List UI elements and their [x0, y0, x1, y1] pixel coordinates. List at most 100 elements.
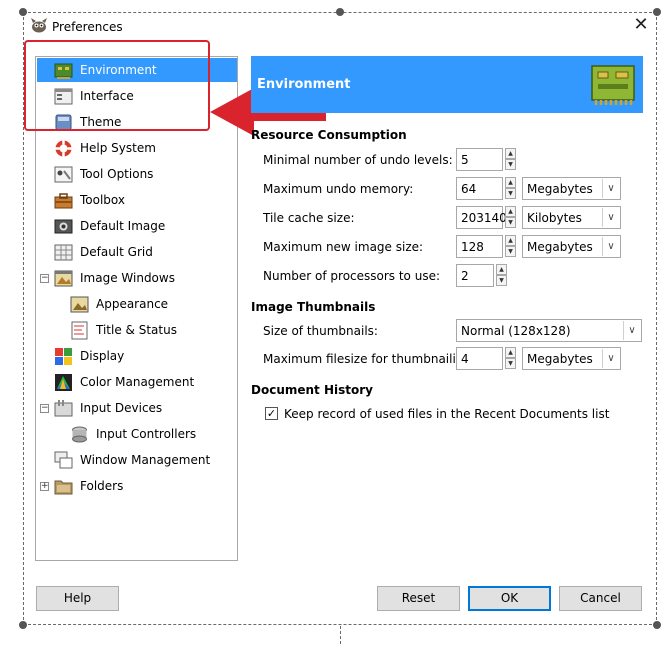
select-value: Megabytes: [527, 352, 593, 366]
window-title: Preferences: [52, 20, 123, 34]
tree-item-input-controllers[interactable]: Input Controllers: [37, 422, 237, 446]
tree-item-label: Color Management: [80, 375, 195, 389]
decrement-icon[interactable]: ▼: [496, 275, 507, 286]
tile-cache-label: Tile cache size:: [263, 211, 355, 225]
gimp-app-icon: [31, 18, 47, 33]
chevron-down-icon[interactable]: ∨: [602, 208, 619, 227]
spinbox-value: 128: [461, 240, 484, 254]
tree-item-tool-options[interactable]: Tool Options: [37, 162, 237, 186]
circuit-board-icon: [591, 65, 635, 105]
color-management-icon: [55, 373, 72, 391]
thumbnail-filesize-spinbox[interactable]: 4 ▲ ▼: [456, 347, 516, 370]
undo-levels-spinbox[interactable]: 5 ▲ ▼: [456, 148, 516, 171]
tree-item-window-management[interactable]: Window Management: [37, 448, 237, 472]
page-title: Environment: [257, 77, 351, 92]
increment-icon[interactable]: ▲: [496, 264, 507, 275]
spinbox-value: 2: [461, 269, 469, 283]
keep-record-label: Keep record of used files in the Recent …: [284, 407, 610, 421]
processors-label: Number of processors to use:: [263, 269, 440, 283]
select-value: Kilobytes: [527, 211, 582, 225]
spinbox-value: 5: [461, 153, 469, 167]
tree-item-appearance[interactable]: Appearance: [37, 292, 237, 316]
appearance-icon: [70, 296, 89, 312]
reset-button[interactable]: Reset: [377, 586, 460, 611]
tree-item-label: Appearance: [96, 297, 169, 311]
thumbnails-heading: Image Thumbnails: [251, 300, 376, 314]
tree-item-label: Default Grid: [80, 245, 153, 259]
toolbox-icon: [54, 192, 73, 208]
resize-handle[interactable]: [653, 8, 661, 16]
window-management-icon: [54, 451, 73, 468]
tree-item-label: Display: [80, 349, 125, 363]
decrement-icon[interactable]: ▼: [505, 188, 516, 199]
input-controllers-icon: [72, 426, 87, 442]
spinbox-value: 4: [461, 352, 469, 366]
tree-item-input-devices[interactable]: Input Devices: [37, 396, 237, 420]
spinbox-value: 64: [461, 182, 477, 196]
image-windows-icon: [54, 270, 73, 286]
decrement-icon[interactable]: ▼: [505, 159, 516, 170]
history-heading: Document History: [251, 383, 373, 397]
tree-item-label: Window Management: [80, 453, 211, 467]
thumbnail-size-select[interactable]: Normal (128x128) ∨: [456, 319, 642, 342]
tile-cache-unit-select[interactable]: Kilobytes ∨: [522, 206, 621, 229]
default-image-icon: [54, 219, 73, 233]
chevron-down-icon[interactable]: ∨: [623, 321, 640, 340]
undo-memory-unit-select[interactable]: Megabytes ∨: [522, 177, 621, 200]
tree-item-label: Tool Options: [80, 167, 154, 181]
undo-memory-spinbox[interactable]: 64 ▲ ▼: [456, 177, 516, 200]
select-value: Megabytes: [527, 182, 593, 196]
decrement-icon[interactable]: ▼: [505, 358, 516, 369]
default-grid-icon: [54, 244, 73, 260]
thumbnail-filesize-label: Maximum filesize for thumbnailing:: [263, 352, 476, 366]
tree-item-label: Title & Status: [96, 323, 177, 337]
max-image-size-spinbox[interactable]: 128 ▲ ▼: [456, 235, 516, 258]
tile-cache-spinbox[interactable]: 2031400 ▲ ▼: [456, 206, 516, 229]
undo-memory-label: Maximum undo memory:: [263, 182, 414, 196]
resize-handle[interactable]: [19, 621, 27, 629]
increment-icon[interactable]: ▲: [505, 347, 516, 358]
cancel-button[interactable]: Cancel: [559, 586, 642, 611]
chevron-down-icon[interactable]: ∨: [602, 237, 619, 256]
help-system-icon: [55, 140, 72, 156]
increment-icon[interactable]: ▲: [505, 235, 516, 246]
chevron-down-icon[interactable]: ∨: [602, 349, 619, 368]
tree-item-default-image[interactable]: Default Image: [37, 214, 237, 238]
tree-item-label: Input Controllers: [96, 427, 197, 441]
chevron-down-icon[interactable]: ∨: [602, 179, 619, 198]
keep-record-checkbox[interactable]: ✓: [265, 407, 278, 420]
tree-item-label: Image Windows: [80, 271, 175, 285]
tree-item-default-grid[interactable]: Default Grid: [37, 240, 237, 264]
tree-item-title-status[interactable]: Title & Status: [37, 318, 237, 342]
thumbnail-size-label: Size of thumbnails:: [263, 324, 378, 338]
increment-icon[interactable]: ▲: [505, 148, 516, 159]
tree-item-label: Toolbox: [80, 193, 125, 207]
increment-icon[interactable]: ▲: [505, 177, 516, 188]
resource-heading: Resource Consumption: [251, 128, 407, 142]
thumbnail-filesize-unit-select[interactable]: Megabytes ∨: [522, 347, 621, 370]
tree-item-label: Help System: [80, 141, 156, 155]
tree-item-toolbox[interactable]: Toolbox: [37, 188, 237, 212]
processors-spinbox[interactable]: 2 ▲ ▼: [456, 264, 507, 287]
tree-item-folders[interactable]: Folders: [37, 474, 237, 498]
decrement-icon[interactable]: ▼: [505, 217, 516, 228]
tool-options-icon: [54, 166, 73, 182]
help-button[interactable]: Help: [36, 586, 119, 611]
max-image-size-unit-select[interactable]: Megabytes ∨: [522, 235, 621, 258]
ok-button[interactable]: OK: [468, 586, 551, 611]
tree-item-label: Default Image: [80, 219, 166, 233]
undo-levels-label: Minimal number of undo levels:: [263, 153, 453, 167]
display-icon: [55, 347, 72, 365]
tree-item-label: Folders: [80, 479, 124, 493]
close-icon[interactable]: ✕: [631, 15, 651, 35]
tree-item-image-windows[interactable]: Image Windows: [37, 266, 237, 290]
increment-icon[interactable]: ▲: [505, 206, 516, 217]
highlight-box: [24, 40, 210, 131]
decrement-icon[interactable]: ▼: [505, 246, 516, 257]
tree-item-display[interactable]: Display: [37, 344, 237, 368]
title-status-icon: [71, 321, 88, 339]
resize-handle[interactable]: [653, 621, 661, 629]
tree-item-color-management[interactable]: Color Management: [37, 370, 237, 394]
select-value: Normal (128x128): [461, 324, 571, 338]
folders-icon: [54, 480, 73, 494]
